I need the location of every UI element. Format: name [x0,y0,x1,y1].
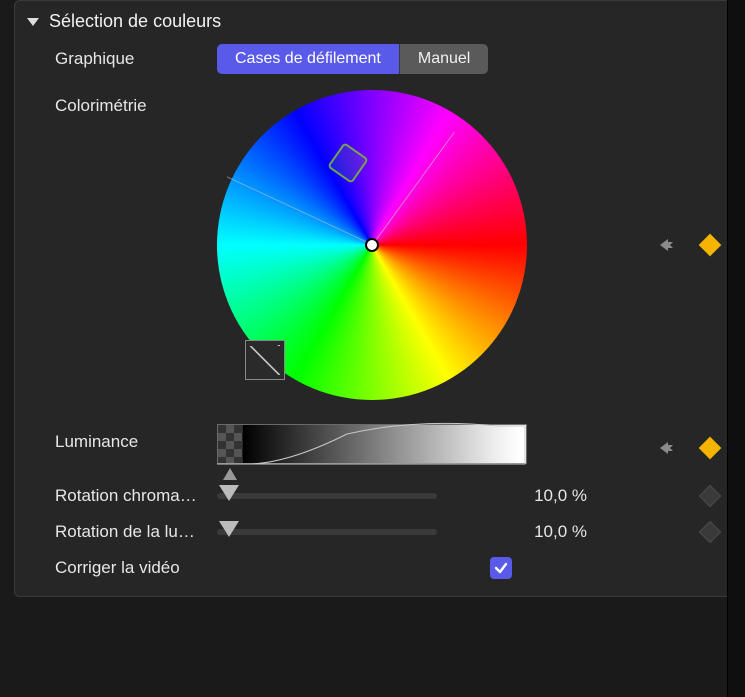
keyframe-controls-rotation-lum [702,524,718,540]
label-graphique: Graphique [55,49,217,69]
wheel-center-handle[interactable] [365,238,379,252]
segment-scroll-cases[interactable]: Cases de défilement [217,44,399,74]
row-graphique: Graphique Cases de défilement Manuel [15,40,730,78]
row-corriger-video: Corriger la vidéo [15,550,730,586]
keyframe-diamond-icon[interactable] [699,234,722,257]
row-luminance: Luminance [15,404,730,478]
slider-rotation-chroma[interactable] [217,493,437,499]
row-rotation-chroma: Rotation chroma… 10,0 % [15,478,730,514]
reset-arrow-icon[interactable] [658,237,680,253]
label-corriger-video: Corriger la vidéo [55,558,180,578]
luminance-curve-icon [217,422,527,466]
luminance-control[interactable] [217,422,527,474]
label-rotation-chroma: Rotation chroma… [55,486,217,506]
keyframe-diamond-icon[interactable] [699,437,722,460]
slider-rotation-lum[interactable] [217,529,437,535]
value-rotation-chroma[interactable]: 10,0 % [467,486,587,506]
keyframe-controls-colorimetrie [658,237,718,253]
keyframe-controls-luminance [658,440,718,456]
label-luminance: Luminance [55,422,217,452]
slider-thumb-icon[interactable] [219,485,239,501]
section-header[interactable]: Sélection de couleurs [15,1,730,40]
label-colorimetrie: Colorimétrie [55,90,217,116]
label-rotation-lum: Rotation de la lu… [55,522,217,542]
row-rotation-lum: Rotation de la lu… 10,0 % [15,514,730,550]
reset-arrow-icon[interactable] [658,440,680,456]
tone-curve-thumbnail[interactable] [245,340,285,380]
keyframe-diamond-icon[interactable] [699,521,722,544]
color-selection-panel: Sélection de couleurs Graphique Cases de… [14,0,731,597]
section-title: Sélection de couleurs [49,11,221,32]
slider-thumb-icon[interactable] [219,521,239,537]
color-wheel-container [217,90,527,400]
value-rotation-lum[interactable]: 10,0 % [467,522,587,542]
keyframe-controls-rotation-chroma [702,488,718,504]
segment-manual[interactable]: Manuel [399,44,488,74]
segmented-graph-mode: Cases de défilement Manuel [217,44,488,74]
row-colorimetrie: Colorimétrie [15,78,730,404]
right-gutter [727,0,745,697]
checkbox-corriger-video[interactable] [490,557,512,579]
disclosure-triangle-icon[interactable] [27,18,39,26]
keyframe-diamond-icon[interactable] [699,485,722,508]
luminance-handle[interactable] [223,468,237,480]
